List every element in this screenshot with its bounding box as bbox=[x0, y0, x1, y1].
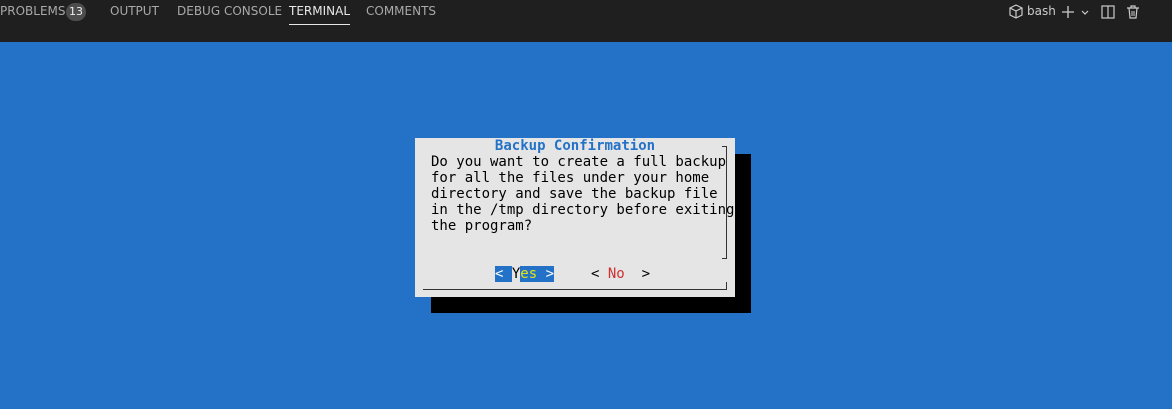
dialog-border-corner-mid bbox=[722, 258, 727, 259]
terminal-icon[interactable] bbox=[1008, 3, 1024, 21]
chevron-down-icon[interactable] bbox=[1080, 3, 1090, 21]
yes-right-bracket: > bbox=[537, 266, 555, 282]
tab-comments[interactable]: COMMENTS bbox=[366, 0, 436, 42]
backup-confirmation-dialog: Backup Confirmation Do you want to creat… bbox=[415, 138, 735, 297]
no-label: No bbox=[607, 266, 625, 282]
tab-comments-label: COMMENTS bbox=[366, 4, 437, 18]
dialog-border-bottom bbox=[423, 289, 727, 290]
split-icon[interactable] bbox=[1101, 3, 1115, 21]
tab-output-label: OUTPUT bbox=[110, 4, 159, 18]
tab-terminal-label: TERMINAL bbox=[289, 4, 351, 18]
tab-debug-console[interactable]: DEBUG CONSOLE bbox=[177, 0, 282, 42]
tab-debug-console-label: DEBUG CONSOLE bbox=[177, 4, 283, 18]
tab-problems[interactable]: PROBLEMS 13 bbox=[0, 0, 86, 42]
tab-terminal[interactable]: TERMINAL bbox=[289, 0, 351, 42]
plus-icon[interactable] bbox=[1061, 3, 1075, 21]
tab-output[interactable]: OUTPUT bbox=[110, 0, 159, 42]
trash-icon[interactable] bbox=[1126, 3, 1140, 21]
problems-count-badge: 13 bbox=[66, 3, 86, 21]
no-left-bracket: < bbox=[591, 266, 608, 282]
no-right-bracket: > bbox=[624, 266, 651, 282]
yes-label-rest: es bbox=[520, 266, 538, 282]
dialog-border-right-low bbox=[726, 282, 727, 290]
yes-button[interactable]: < Yes > bbox=[495, 266, 555, 282]
tab-problems-label: PROBLEMS bbox=[0, 4, 66, 18]
yes-left-bracket: < bbox=[495, 266, 512, 282]
dialog-message: Do you want to create a full backup for … bbox=[431, 154, 735, 234]
no-button[interactable]: < No > bbox=[591, 266, 650, 282]
panel-tab-bar: PROBLEMS 13 OUTPUT DEBUG CONSOLE TERMINA… bbox=[0, 0, 1172, 42]
shell-name[interactable]: bash bbox=[1027, 2, 1056, 20]
terminal-viewport[interactable]: Backup Confirmation Do you want to creat… bbox=[0, 42, 1172, 409]
dialog-title: Backup Confirmation bbox=[494, 138, 656, 154]
